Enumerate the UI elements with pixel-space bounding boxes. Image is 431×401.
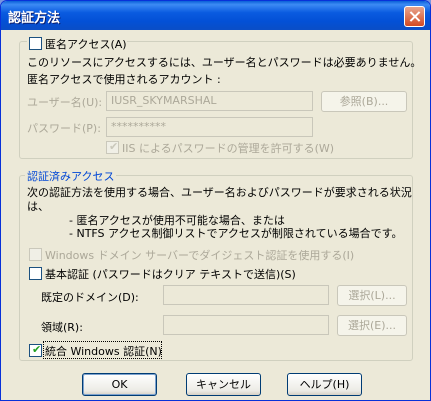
close-button[interactable] [404,6,425,27]
title-bar[interactable]: 認証方法 [1,1,430,30]
auth-description-line1: 次の認証方法を使用する場合、ユーザー名およびパスワードが要求される状況 [27,186,412,199]
authenticated-group-title: 認証済みアクセス [25,168,117,184]
anonymous-access-checkbox[interactable] [29,37,42,50]
integrated-windows-auth-label[interactable]: 統合 Windows 認証(N) [45,343,162,359]
realm-input[interactable] [163,315,329,335]
checkmark-icon: ✔ [32,343,42,356]
digest-auth-label[interactable]: Windows ドメイン サーバーでダイジェスト認証を使用する(I) [45,247,354,263]
cancel-button[interactable]: キャンセル [186,373,261,396]
help-button[interactable]: ヘルプ(H) [287,373,362,396]
window-title: 認証方法 [8,11,61,26]
checkmark-icon: ✔ [109,140,119,153]
anonymous-access-label[interactable]: 匿名アクセス(A) [45,36,127,52]
auth-bullet-2: - NTFS アクセス制御リストでアクセスが制限されている場合です。 [69,227,403,240]
account-caption: 匿名アクセスで使用されるアカウント : [27,73,221,86]
default-domain-input[interactable] [163,285,329,305]
ok-button[interactable]: OK [82,373,157,396]
integrated-windows-auth-checkbox[interactable]: ✔ [29,343,42,357]
iis-password-checkbox[interactable]: ✔ [106,140,119,154]
password-input[interactable]: ********** [106,117,313,137]
anonymous-description: このリソースにアクセスするには、ユーザー名とパスワードは必要ありません。 [27,56,422,69]
username-input[interactable]: IUSR_SKYMARSHAL [106,91,313,111]
digest-auth-checkbox[interactable] [29,248,42,261]
domain-select-button[interactable]: 選択(L)... [337,285,407,306]
browse-button[interactable]: 参照(B)... [321,91,407,112]
dialog-window: 認証方法 匿名アクセス(A) このリソースにアクセスするには、ユーザー名とパスワ… [0,0,431,401]
password-label: パスワード(P): [27,122,101,135]
realm-select-button[interactable]: 選択(E)... [337,315,407,336]
default-domain-label: 既定のドメイン(D): [41,291,139,304]
realm-label: 領域(R): [41,321,83,334]
basic-auth-checkbox[interactable] [29,267,42,280]
basic-auth-label[interactable]: 基本認証 (パスワードはクリア テキストで送信)(S) [45,266,296,282]
username-label: ユーザー名(U): [27,96,103,109]
auth-description-line2: は、 [27,200,49,213]
iis-password-label[interactable]: IIS によるパスワードの管理を許可する(W) [122,140,334,156]
